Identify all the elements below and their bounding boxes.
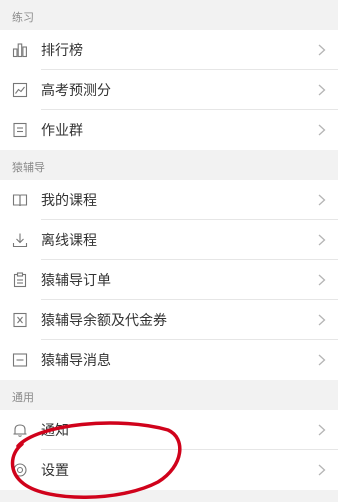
message-icon <box>12 352 28 368</box>
menu-item-balance-coupons[interactable]: 猿辅导余额及代金券 <box>0 300 338 340</box>
chevron-right-icon <box>318 353 328 367</box>
gear-icon <box>12 462 28 478</box>
section-header-general: 通用 <box>0 380 338 410</box>
menu-item-label: 猿辅导订单 <box>41 273 111 289</box>
menu-item-offline-courses[interactable]: 离线课程 <box>0 220 338 260</box>
menu-item-label: 我的课程 <box>41 193 97 209</box>
section-header-practice: 练习 <box>0 0 338 30</box>
menu-item-label: 高考预测分 <box>41 83 111 99</box>
menu-item-homework-group[interactable]: 作业群 <box>0 110 338 150</box>
menu-item-my-courses[interactable]: 我的课程 <box>0 180 338 220</box>
menu-item-exam-prediction[interactable]: 高考预测分 <box>0 70 338 110</box>
section-header-yuanfudao: 猿辅导 <box>0 150 338 180</box>
menu-item-label: 猿辅导消息 <box>41 353 111 369</box>
chevron-right-icon <box>318 463 328 477</box>
menu-item-settings[interactable]: 设置 <box>0 450 338 490</box>
menu-item-notifications[interactable]: 通知 <box>0 410 338 450</box>
chevron-right-icon <box>318 423 328 437</box>
chart-picture-icon <box>12 82 28 98</box>
menu-item-label: 通知 <box>41 423 69 439</box>
bar-chart-icon <box>12 42 28 58</box>
menu-item-leaderboard[interactable]: 排行榜 <box>0 30 338 70</box>
chevron-right-icon <box>318 123 328 137</box>
menu-item-label: 设置 <box>41 463 69 479</box>
menu-item-label: 排行榜 <box>41 43 83 59</box>
book-icon <box>12 192 28 208</box>
chevron-right-icon <box>318 43 328 57</box>
download-icon <box>12 232 28 248</box>
chevron-right-icon <box>318 273 328 287</box>
chevron-right-icon <box>318 193 328 207</box>
menu-item-label: 离线课程 <box>41 233 97 249</box>
menu-item-orders[interactable]: 猿辅导订单 <box>0 260 338 300</box>
chevron-right-icon <box>318 83 328 97</box>
coupon-icon <box>12 312 28 328</box>
chevron-right-icon <box>318 233 328 247</box>
clipboard-icon <box>12 272 28 288</box>
menu-item-label: 作业群 <box>41 123 83 139</box>
menu-item-messages[interactable]: 猿辅导消息 <box>0 340 338 380</box>
menu-item-label: 猿辅导余额及代金券 <box>41 313 167 329</box>
list-doc-icon <box>12 122 28 138</box>
chevron-right-icon <box>318 313 328 327</box>
bell-icon <box>12 422 28 438</box>
